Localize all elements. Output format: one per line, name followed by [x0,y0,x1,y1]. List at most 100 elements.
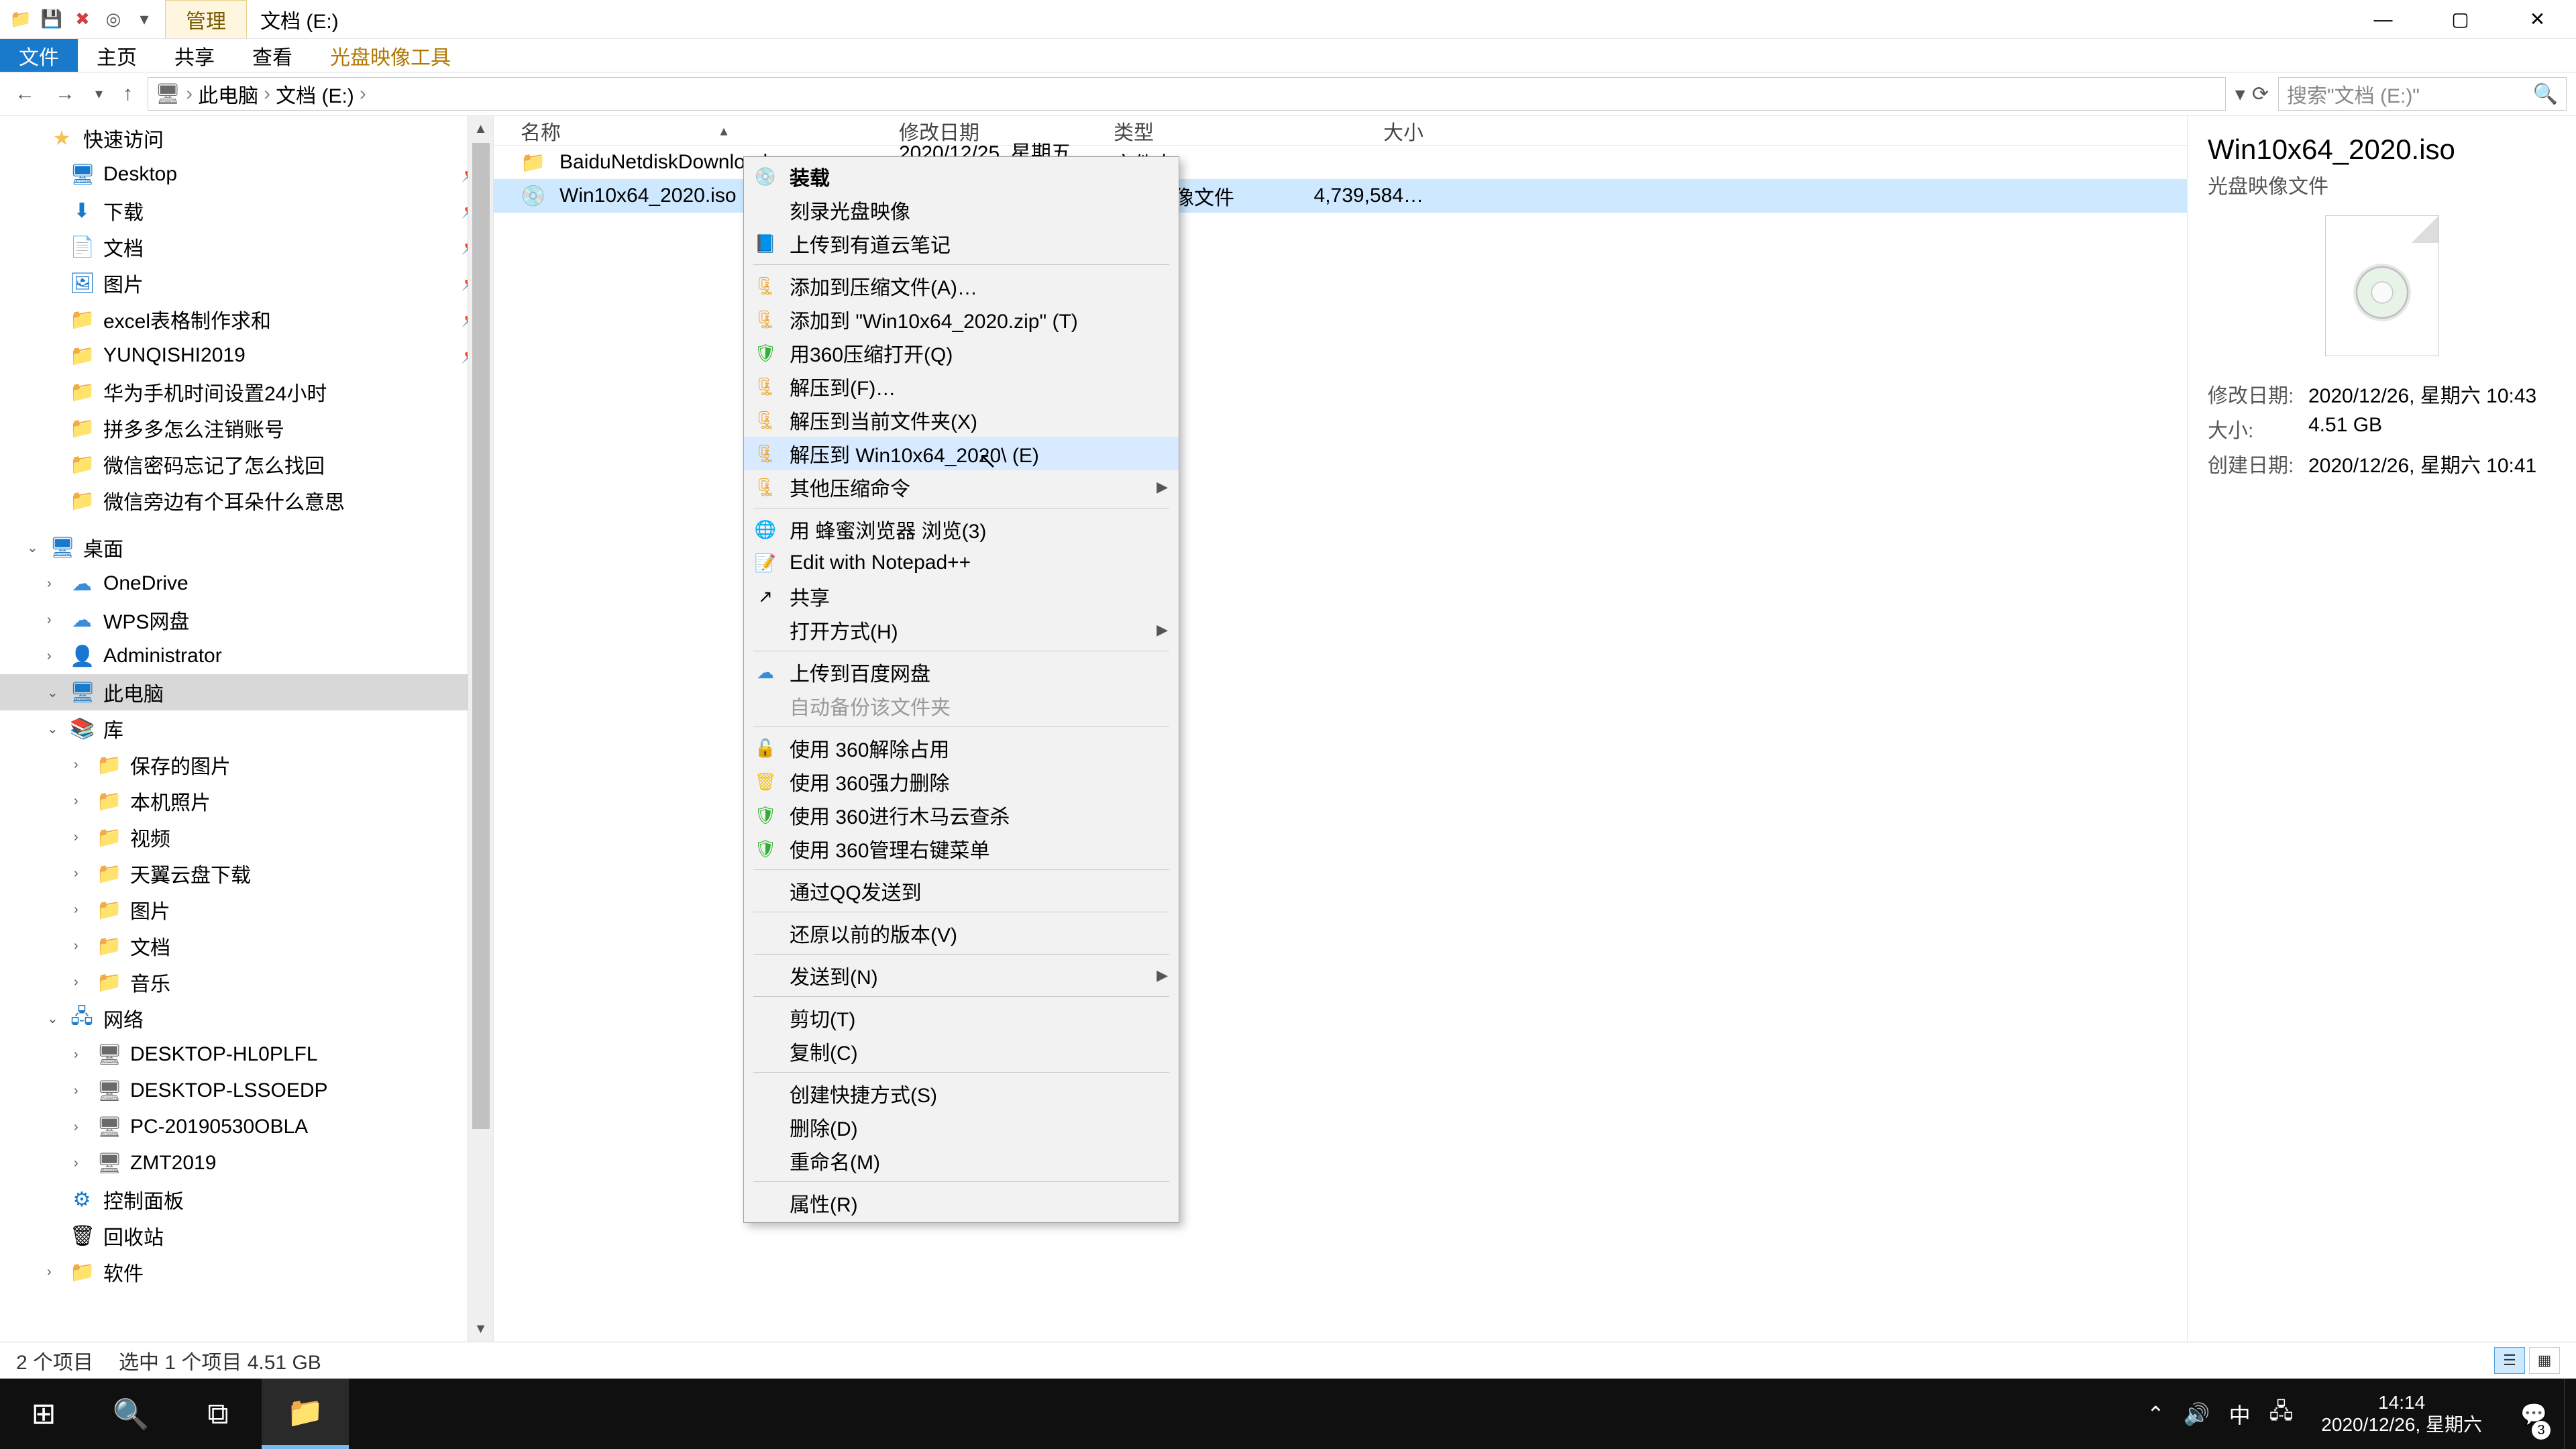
tree-item[interactable]: ›🖥PC-20190530OBLA [0,1109,493,1145]
address-history-button[interactable]: ▾ [2235,83,2245,106]
tree-item[interactable]: ⌄🖧网络 [0,1000,493,1036]
tree-item[interactable]: ⬇下载📌 [0,193,493,229]
tree-item[interactable]: ›📁音乐 [0,964,493,1000]
tree-item[interactable]: ⌄🖥桌面 [0,529,493,566]
ribbon-tab-view[interactable]: 查看 [233,39,311,72]
navigation-pane[interactable]: ★快速访问🖥Desktop📌⬇下载📌📄文档📌🖼图片📌📁excel表格制作求和📌📁… [0,116,493,1342]
tree-item[interactable]: 📁拼多多怎么注销账号 [0,410,493,446]
context-menu-item[interactable]: 🗑使用 360强力删除 [744,765,1179,798]
expand-chevron-icon[interactable]: › [47,649,60,664]
context-menu-item[interactable]: 删除(D) [744,1110,1179,1144]
taskbar-clock[interactable]: 14:14 2020/12/26, 星期六 [2312,1392,2491,1435]
breadcrumb-separator[interactable]: › [184,83,194,105]
context-menu-item[interactable]: 创建快捷方式(S) [744,1077,1179,1110]
context-menu-item[interactable]: 🛡用360压缩打开(Q) [744,336,1179,370]
qat-save-icon[interactable]: 💾 [38,5,66,34]
context-menu-item[interactable]: ↗共享 [744,580,1179,613]
tree-item[interactable]: 🖥Desktop📌 [0,156,493,193]
contextual-tab-header[interactable]: 管理 [165,0,247,38]
context-menu-item[interactable]: 🌐用 蜂蜜浏览器 浏览(3) [744,513,1179,546]
column-header-name[interactable]: 名称 ▴ [494,116,890,146]
context-menu-item[interactable]: 💿装载 [744,160,1179,193]
tree-item[interactable]: ›🖥ZMT2019 [0,1145,493,1181]
ribbon-tab-disc-tools[interactable]: 光盘映像工具 [311,39,470,72]
context-menu-item[interactable]: 还原以前的版本(V) [744,916,1179,950]
expand-chevron-icon[interactable]: › [47,576,60,592]
context-menu-item[interactable]: 🔓使用 360解除占用 [744,731,1179,765]
tray-overflow-button[interactable]: ⌃ [2147,1401,2165,1427]
breadcrumb-separator[interactable]: › [262,83,272,105]
nav-forward-button[interactable]: → [50,80,80,108]
tree-item[interactable]: 📁微信旁边有个耳朵什么意思 [0,482,493,519]
tree-item[interactable]: 📁微信密码忘记了怎么找回 [0,446,493,482]
scroll-up-button[interactable]: ▲ [468,116,493,142]
tree-item[interactable]: ★快速访问 [0,120,493,156]
context-menu-item[interactable]: 🗜添加到压缩文件(A)… [744,269,1179,303]
expand-chevron-icon[interactable]: › [74,1156,87,1171]
tree-item[interactable]: ⌄🖥此电脑 [0,674,493,710]
expand-chevron-icon[interactable]: › [74,902,87,918]
context-menu-item[interactable]: 🗜解压到(F)… [744,370,1179,403]
start-button[interactable]: ⊞ [0,1379,87,1449]
breadcrumb-this-pc[interactable]: 此电脑 [198,79,258,109]
context-menu-item[interactable]: 重命名(M) [744,1144,1179,1177]
expand-chevron-icon[interactable]: › [74,866,87,881]
tree-item[interactable]: ›📁视频 [0,819,493,855]
tree-item[interactable]: 📁YUNQISHI2019📌 [0,337,493,374]
tray-volume-icon[interactable]: 🔊 [2184,1401,2210,1427]
context-menu-item[interactable]: 📘上传到有道云笔记 [744,227,1179,260]
context-menu-item[interactable]: 🛡使用 360管理右键菜单 [744,832,1179,865]
refresh-button[interactable]: ⟳ [2252,83,2269,106]
context-menu-item[interactable]: 打开方式(H)▶ [744,613,1179,647]
expand-chevron-icon[interactable]: ⌄ [27,539,40,556]
expand-chevron-icon[interactable]: › [74,757,87,773]
expand-chevron-icon[interactable]: › [47,612,60,628]
tree-item[interactable]: ›📁图片 [0,892,493,928]
expand-chevron-icon[interactable]: › [74,1120,87,1135]
tree-item[interactable]: ›📁天翼云盘下载 [0,855,493,892]
context-menu-item[interactable]: 🗜添加到 "Win10x64_2020.zip" (T) [744,303,1179,336]
column-header-type[interactable]: 类型 [1104,116,1292,146]
nav-back-button[interactable]: ← [9,80,40,108]
scroll-thumb[interactable] [472,143,490,1129]
qat-restore-icon[interactable]: ◎ [99,5,127,34]
expand-chevron-icon[interactable]: › [74,794,87,809]
context-menu-item[interactable]: 通过QQ发送到 [744,874,1179,908]
ribbon-tab-file[interactable]: 文件 [0,39,78,72]
tree-item[interactable]: 📄文档📌 [0,229,493,265]
ribbon-tab-share[interactable]: 共享 [156,39,233,72]
breadcrumb[interactable]: 🖥 › 此电脑 › 文档 (E:) › [148,77,2226,111]
search-input[interactable]: 搜索"文档 (E:)" 🔍 [2278,77,2567,111]
context-menu-item[interactable]: 🗜解压到 Win10x64_2020\ (E) [744,437,1179,470]
context-menu-item[interactable]: 发送到(N)▶ [744,959,1179,992]
minimize-button[interactable]: — [2345,0,2422,38]
breadcrumb-drive[interactable]: 文档 (E:) [276,79,354,109]
task-view-button[interactable]: ⧉ [174,1379,262,1449]
tree-item[interactable]: 📁华为手机时间设置24小时 [0,374,493,410]
context-menu-item[interactable]: ☁上传到百度网盘 [744,655,1179,689]
show-desktop-button[interactable] [2564,1379,2576,1449]
tray-ime-icon[interactable]: 中 [2229,1399,2251,1430]
tree-item[interactable]: ›🖥DESKTOP-HL0PLFL [0,1036,493,1073]
expand-chevron-icon[interactable]: ⌄ [47,1010,60,1027]
expand-chevron-icon[interactable]: › [47,1265,60,1280]
view-details-button[interactable]: ☰ [2494,1347,2525,1374]
expand-chevron-icon[interactable]: › [74,830,87,845]
tree-item[interactable]: 🗑回收站 [0,1218,493,1254]
tree-item[interactable]: ›👤Administrator [0,638,493,674]
search-icon[interactable]: 🔍 [2533,83,2558,106]
context-menu-item[interactable]: 复制(C) [744,1034,1179,1068]
context-menu-item[interactable]: 📝Edit with Notepad++ [744,546,1179,580]
expand-chevron-icon[interactable]: › [74,938,87,954]
tree-item[interactable]: ›🖥DESKTOP-LSSOEDP [0,1073,493,1109]
qat-more-icon[interactable]: ▾ [130,5,158,34]
context-menu-item[interactable]: 刻录光盘映像 [744,193,1179,227]
expand-chevron-icon[interactable]: ⌄ [47,720,60,737]
tree-item[interactable]: ⚙控制面板 [0,1181,493,1218]
qat-close-tab-icon[interactable]: ✖ [68,5,97,34]
taskbar-search-button[interactable]: 🔍 [87,1379,174,1449]
tree-item[interactable]: ›📁保存的图片 [0,747,493,783]
tree-item[interactable]: ›📁软件 [0,1254,493,1290]
tree-item[interactable]: 🖼图片📌 [0,265,493,301]
expand-chevron-icon[interactable]: › [74,975,87,990]
